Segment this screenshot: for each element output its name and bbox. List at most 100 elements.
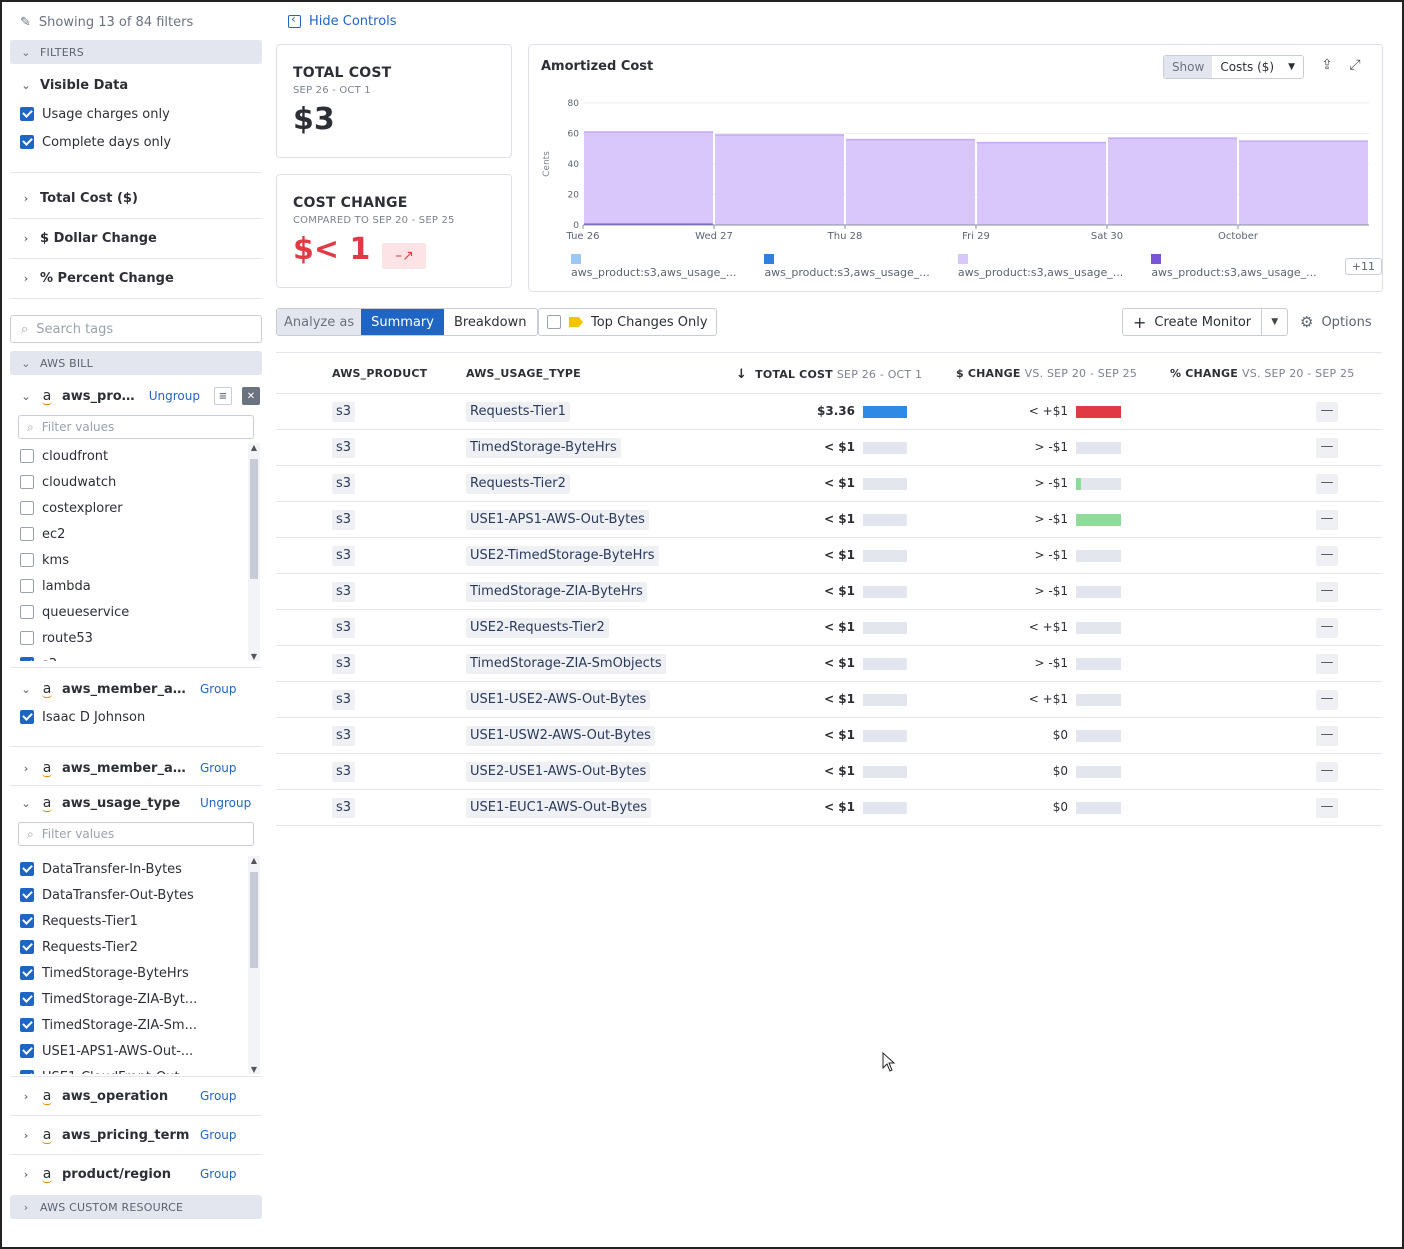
usage-type-cell[interactable]: TimedStorage-ZIA-ByteHrs xyxy=(466,582,647,602)
product-cell[interactable]: s3 xyxy=(332,618,356,638)
usage-type-cell[interactable]: USE2-TimedStorage-ByteHrs xyxy=(466,546,659,566)
checkbox[interactable] xyxy=(20,862,34,876)
usage-type-value[interactable]: TimedStorage-ByteHrs xyxy=(10,960,262,986)
summary-tab[interactable]: Summary xyxy=(361,309,444,335)
product-value[interactable]: lambda xyxy=(10,573,262,599)
usage-type-cell[interactable]: USE1-APS1-AWS-Out-Bytes xyxy=(466,510,649,530)
usage-type-value[interactable]: Requests-Tier1 xyxy=(10,908,262,934)
legend-more-button[interactable]: +11 xyxy=(1344,257,1382,275)
table-row[interactable]: s3 USE1-EUC1-AWS-Out-Bytes < $1 $0 — xyxy=(276,790,1382,826)
usage-type-pill[interactable]: USE1-USW2-AWS-Out-Bytes xyxy=(466,726,655,746)
usage-type-pill[interactable]: USE1-APS1-AWS-Out-Bytes xyxy=(466,510,649,530)
checkbox[interactable] xyxy=(20,914,34,928)
product-cell[interactable]: s3 xyxy=(332,438,356,458)
hide-controls-button[interactable]: Hide Controls xyxy=(288,12,397,29)
product-cell[interactable]: s3 xyxy=(332,726,356,746)
product-value[interactable]: route53 xyxy=(10,625,262,651)
table-row[interactable]: s3 USE2-Requests-Tier2 < $1 < +$1 — xyxy=(276,610,1382,646)
checkbox[interactable] xyxy=(20,475,34,489)
checkbox[interactable] xyxy=(20,1044,34,1058)
product-pill[interactable]: s3 xyxy=(332,582,356,602)
checkbox[interactable] xyxy=(20,657,34,661)
scroll-up-icon[interactable]: ▲ xyxy=(248,856,260,865)
checkbox[interactable] xyxy=(20,527,34,541)
product-cell[interactable]: s3 xyxy=(332,690,356,710)
breakdown-tab[interactable]: Breakdown xyxy=(444,309,537,335)
options-button[interactable]: ⚙ Options xyxy=(1300,308,1372,336)
product-pill[interactable]: s3 xyxy=(332,654,356,674)
scroll-down-icon[interactable]: ▼ xyxy=(248,652,260,661)
legend-item[interactable]: aws_product:s3,aws_usage_... xyxy=(1151,253,1326,279)
product-cell[interactable]: s3 xyxy=(332,762,356,782)
usage-type-value[interactable]: Requests-Tier2 xyxy=(10,934,262,960)
usage-type-value[interactable]: TimedStorage-ZIA-Byt... xyxy=(10,986,262,1012)
scrollbar[interactable]: ▲ ▼ xyxy=(248,443,260,661)
table-row[interactable]: s3 Requests-Tier2 < $1 > -$1 — xyxy=(276,466,1382,502)
table-row[interactable]: s3 USE1-USW2-AWS-Out-Bytes < $1 $0 — xyxy=(276,718,1382,754)
group-link[interactable]: Group xyxy=(200,761,237,775)
group-link[interactable]: Group xyxy=(200,1089,237,1103)
product-pill[interactable]: s3 xyxy=(332,618,356,638)
checkbox[interactable] xyxy=(20,501,34,515)
usage-type-pill[interactable]: Requests-Tier1 xyxy=(466,402,570,422)
top-changes-only-toggle[interactable]: Top Changes Only xyxy=(538,308,717,336)
tag-aws-operation[interactable]: › a aws_operation Group xyxy=(10,1079,262,1113)
scroll-thumb[interactable] xyxy=(250,459,258,579)
product-cell[interactable]: s3 xyxy=(332,654,356,674)
product-value[interactable]: costexplorer xyxy=(10,495,262,521)
checkbox[interactable] xyxy=(547,315,561,329)
usage-type-cell[interactable]: Requests-Tier1 xyxy=(466,402,570,422)
tag-aws-usage-type[interactable]: ⌄ a aws_usage_type Ungroup xyxy=(10,788,262,818)
product-value[interactable]: s3 xyxy=(10,651,262,661)
create-monitor-main[interactable]: + Create Monitor xyxy=(1123,309,1261,335)
product-cell[interactable]: s3 xyxy=(332,798,356,818)
table-row[interactable]: s3 USE2-USE1-AWS-Out-Bytes < $1 $0 — xyxy=(276,754,1382,790)
product-pill[interactable]: s3 xyxy=(332,798,356,818)
checkbox[interactable] xyxy=(20,888,34,902)
usage-type-pill[interactable]: TimedStorage-ZIA-SmObjects xyxy=(466,654,666,674)
usage-type-pill[interactable]: TimedStorage-ZIA-ByteHrs xyxy=(466,582,647,602)
product-value[interactable]: cloudfront xyxy=(10,443,262,469)
visible-data-option[interactable]: Complete days only xyxy=(10,128,262,156)
legend-item[interactable]: aws_product:s3,aws_usage_... xyxy=(764,253,939,279)
table-row[interactable]: s3 USE1-USE2-AWS-Out-Bytes < $1 < +$1 — xyxy=(276,682,1382,718)
ungroup-link[interactable]: Ungroup xyxy=(200,796,251,810)
product-pill[interactable]: s3 xyxy=(332,474,356,494)
product-value[interactable]: kms xyxy=(10,547,262,573)
show-value[interactable]: Costs ($) ▼ xyxy=(1212,56,1303,78)
col-total-cost[interactable]: ↓ TOTAL COST SEP 26 - OCT 1 xyxy=(736,367,922,382)
product-cell[interactable]: s3 xyxy=(332,402,356,422)
usage-type-value[interactable]: USE1-APS1-AWS-Out-... xyxy=(10,1038,262,1064)
product-value[interactable]: cloudwatch xyxy=(10,469,262,495)
col-aws-product[interactable]: AWS_PRODUCT xyxy=(332,367,427,380)
table-row[interactable]: s3 TimedStorage-ZIA-SmObjects < $1 > -$1 — xyxy=(276,646,1382,682)
group-link[interactable]: Group xyxy=(200,1128,237,1142)
product-value[interactable]: ec2 xyxy=(10,521,262,547)
scrollbar[interactable]: ▲ ▼ xyxy=(248,856,260,1074)
clear-icon[interactable]: ✕ xyxy=(242,387,260,405)
usage-type-value[interactable]: DataTransfer-In-Bytes xyxy=(10,856,262,882)
aws-custom-resource-header[interactable]: › AWS CUSTOM RESOURCE xyxy=(10,1195,262,1219)
scroll-up-icon[interactable]: ▲ xyxy=(248,443,260,452)
product-cell[interactable]: s3 xyxy=(332,546,356,566)
product-cell[interactable]: s3 xyxy=(332,474,356,494)
usage-type-pill[interactable]: TimedStorage-ByteHrs xyxy=(466,438,621,458)
tag-product-region[interactable]: › a product/region Group xyxy=(10,1157,262,1191)
scroll-thumb[interactable] xyxy=(250,872,258,968)
metric-section-toggle[interactable]: › $ Dollar Change xyxy=(10,219,262,259)
usage-type-value[interactable]: DataTransfer-Out-Bytes xyxy=(10,882,262,908)
usage-type-pill[interactable]: USE1-EUC1-AWS-Out-Bytes xyxy=(466,798,652,818)
search-tags-input[interactable]: ⌕ Search tags xyxy=(10,315,262,343)
create-monitor-button[interactable]: + Create Monitor ▼ xyxy=(1122,308,1289,336)
checkbox[interactable] xyxy=(20,553,34,567)
filter-mode-icon[interactable]: ≡ xyxy=(214,387,232,405)
tag-aws-member-account[interactable]: ⌄ a aws_member_acco... Group xyxy=(10,674,262,704)
table-row[interactable]: s3 USE1-APS1-AWS-Out-Bytes < $1 > -$1 — xyxy=(276,502,1382,538)
checkbox[interactable] xyxy=(20,940,34,954)
metric-section-toggle[interactable]: › Total Cost ($) xyxy=(10,179,262,219)
usage-type-cell[interactable]: TimedStorage-ByteHrs xyxy=(466,438,621,458)
checkbox[interactable] xyxy=(20,579,34,593)
checkbox[interactable] xyxy=(20,605,34,619)
group-link[interactable]: Group xyxy=(200,682,237,696)
col-dollar-change[interactable]: $ CHANGE VS. SEP 20 - SEP 25 xyxy=(956,367,1137,380)
